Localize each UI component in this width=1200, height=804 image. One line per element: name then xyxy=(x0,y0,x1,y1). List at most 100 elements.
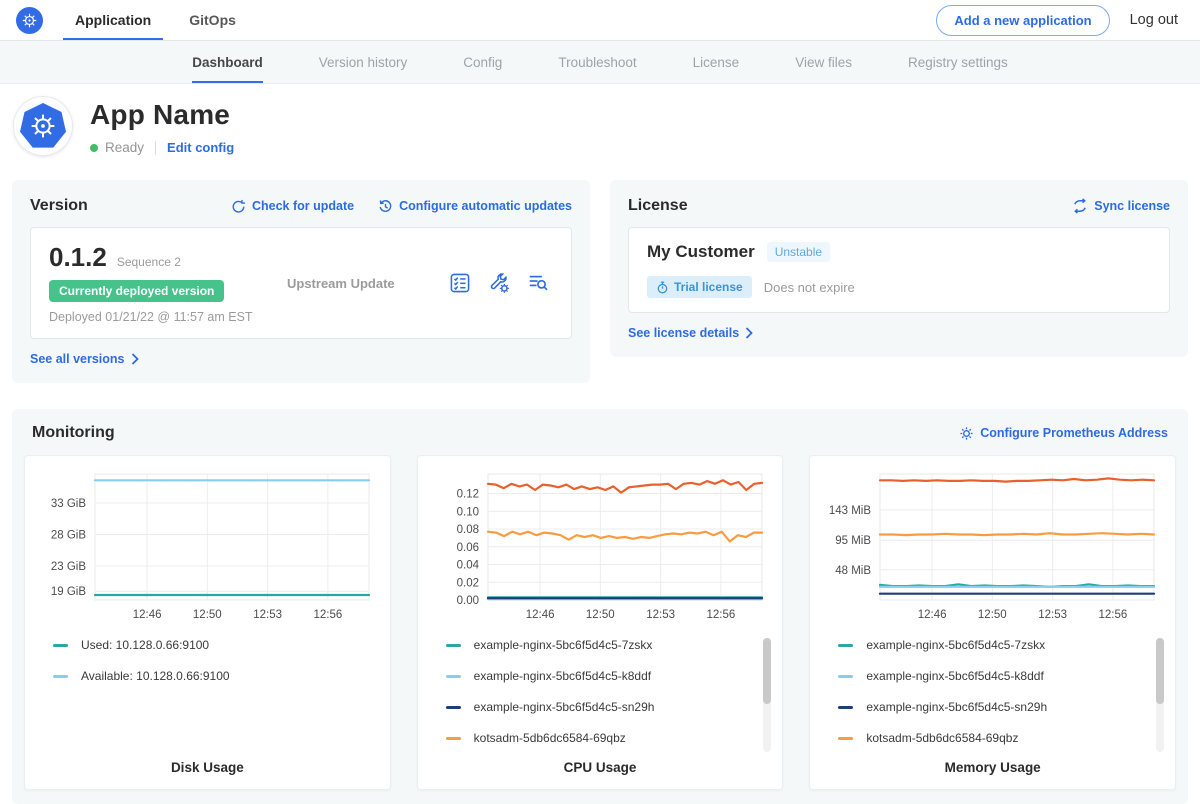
legend-color-dash xyxy=(838,706,853,709)
svg-text:23 GiB: 23 GiB xyxy=(51,561,86,573)
status-label: Ready xyxy=(105,140,144,155)
memory-usage-chart-card: 48 MiB95 MiB143 MiB12:4612:5012:5312:56 … xyxy=(809,455,1176,790)
preflight-checks-icon[interactable] xyxy=(449,272,471,294)
subnav-item-dashboard[interactable]: Dashboard xyxy=(192,41,263,83)
tab-application[interactable]: Application xyxy=(75,0,151,40)
legend-color-dash xyxy=(446,737,461,740)
license-expiry: Does not expire xyxy=(764,280,855,295)
subnav-label: Version history xyxy=(319,55,408,70)
legend-label: example-nginx-5bc6f5d4c5-sn29h xyxy=(474,700,655,714)
kubernetes-heptagon-icon xyxy=(20,103,66,149)
version-number: 0.1.2 xyxy=(49,242,107,273)
chevron-right-icon xyxy=(745,327,753,339)
disk-usage-legend: Used: 10.128.0.66:9100 Available: 10.128.… xyxy=(33,638,382,756)
version-card-title: Version xyxy=(30,197,88,215)
version-source-label: Upstream Update xyxy=(281,276,449,291)
svg-text:48 MiB: 48 MiB xyxy=(836,565,872,577)
sync-license-link[interactable]: Sync license xyxy=(1072,198,1170,214)
svg-text:12:53: 12:53 xyxy=(646,609,675,621)
trial-license-badge: Trial license xyxy=(647,276,752,298)
subnav-label: Config xyxy=(463,55,502,70)
chart-title-disk-usage: Disk Usage xyxy=(33,760,382,775)
legend-item: kotsadm-5db6dc6584-69qbz xyxy=(838,731,1167,745)
kubernetes-logo-icon[interactable] xyxy=(16,7,43,34)
subnav-item-config[interactable]: Config xyxy=(463,41,502,83)
subnav-item-version-history[interactable]: Version history xyxy=(319,41,408,83)
legend-label: kotsadm-5db6dc6584-69qbz xyxy=(866,731,1018,745)
check-for-update-link[interactable]: Check for update xyxy=(231,199,354,214)
current-version-box: 0.1.2 Sequence 2 Currently deployed vers… xyxy=(30,227,572,339)
log-out-link[interactable]: Log out xyxy=(1130,12,1178,28)
license-card: License Sync license My Customer Unstabl… xyxy=(610,180,1188,357)
legend-item: example-nginx-5bc6f5d4c5-k8ddf xyxy=(446,669,775,683)
legend-item: example-nginx-5bc6f5d4c5-sn29h xyxy=(838,700,1167,714)
app-logo-icon xyxy=(14,97,72,155)
legend-color-dash xyxy=(446,675,461,678)
svg-text:28 GiB: 28 GiB xyxy=(51,530,86,542)
legend-label: example-nginx-5bc6f5d4c5-7zskx xyxy=(866,638,1045,652)
subnav-label: Dashboard xyxy=(192,55,263,70)
legend-item: Available: 10.128.0.66:9100 xyxy=(53,669,382,683)
svg-text:12:56: 12:56 xyxy=(706,609,735,621)
currently-deployed-badge: Currently deployed version xyxy=(49,280,224,302)
legend-scrollbar-thumb[interactable] xyxy=(763,638,771,704)
add-new-application-button[interactable]: Add a new application xyxy=(936,5,1109,36)
view-deploy-logs-icon[interactable] xyxy=(527,272,549,294)
legend-scrollbar-thumb[interactable] xyxy=(1156,638,1164,704)
subnav-item-view-files[interactable]: View files xyxy=(795,41,852,83)
clock-update-icon xyxy=(378,199,393,214)
configure-automatic-updates-link[interactable]: Configure automatic updates xyxy=(378,199,572,214)
svg-text:12:46: 12:46 xyxy=(133,609,162,621)
tab-application-label: Application xyxy=(75,12,151,28)
legend-color-dash xyxy=(446,644,461,647)
subnav-label: Troubleshoot xyxy=(558,55,636,70)
deployed-timestamp: Deployed 01/21/22 @ 11:57 am EST xyxy=(49,310,281,324)
legend-label: example-nginx-5bc6f5d4c5-k8ddf xyxy=(866,669,1043,683)
channel-badge: Unstable xyxy=(767,242,830,262)
subnav-item-registry-settings[interactable]: Registry settings xyxy=(908,41,1008,83)
see-all-versions-label: See all versions xyxy=(30,352,125,366)
configure-prometheus-link[interactable]: Configure Prometheus Address xyxy=(959,426,1168,441)
svg-text:95 MiB: 95 MiB xyxy=(836,535,872,547)
svg-text:0.04: 0.04 xyxy=(456,560,479,572)
svg-text:12:53: 12:53 xyxy=(1039,609,1068,621)
svg-text:0.06: 0.06 xyxy=(456,542,478,554)
see-license-details-label: See license details xyxy=(628,326,739,340)
edit-config-link[interactable]: Edit config xyxy=(167,140,234,155)
legend-item: Used: 10.128.0.66:9100 xyxy=(53,638,382,652)
subnav-item-troubleshoot[interactable]: Troubleshoot xyxy=(558,41,636,83)
topnav-tabs: Application GitOps xyxy=(75,0,274,40)
license-card-title: License xyxy=(628,197,688,215)
app-status-row: Ready Edit config xyxy=(90,140,234,155)
svg-text:0.10: 0.10 xyxy=(456,506,478,518)
trial-license-label: Trial license xyxy=(674,280,743,294)
tab-gitops[interactable]: GitOps xyxy=(189,0,236,40)
legend-item: example-nginx-5bc6f5d4c5-sn29h xyxy=(446,700,775,714)
subnav-label: Registry settings xyxy=(908,55,1008,70)
legend-item: example-nginx-5bc6f5d4c5-k8ddf xyxy=(838,669,1167,683)
customer-name: My Customer xyxy=(647,242,755,262)
disk-usage-chart: 19 GiB23 GiB28 GiB33 GiB12:4612:5012:531… xyxy=(33,466,381,626)
legend-color-dash xyxy=(838,644,853,647)
monitoring-card: Monitoring Configure Prometheus Address … xyxy=(12,409,1188,804)
summary-cards-row: Version Check for update Configure autom… xyxy=(0,171,1200,383)
subnav-label: View files xyxy=(795,55,852,70)
see-all-versions-link[interactable]: See all versions xyxy=(30,352,139,366)
gear-icon xyxy=(959,426,974,441)
svg-text:12:50: 12:50 xyxy=(586,609,615,621)
stopwatch-icon xyxy=(656,281,669,294)
legend-scrollbar[interactable] xyxy=(763,638,771,752)
cpu-usage-chart: 0.000.020.040.060.080.100.1212:4612:5012… xyxy=(426,466,774,626)
chevron-right-icon xyxy=(131,353,139,365)
legend-scrollbar[interactable] xyxy=(1156,638,1164,752)
legend-color-dash xyxy=(838,737,853,740)
see-license-details-link[interactable]: See license details xyxy=(628,326,753,340)
app-sub-navigation: Dashboard Version history Config Trouble… xyxy=(0,41,1200,84)
svg-text:143 MiB: 143 MiB xyxy=(829,505,872,517)
subnav-label: License xyxy=(693,55,740,70)
subnav-item-license[interactable]: License xyxy=(693,41,740,83)
svg-text:12:56: 12:56 xyxy=(314,609,343,621)
version-card: Version Check for update Configure autom… xyxy=(12,180,590,383)
edit-config-wrench-icon[interactable] xyxy=(488,272,510,294)
divider xyxy=(155,141,156,155)
